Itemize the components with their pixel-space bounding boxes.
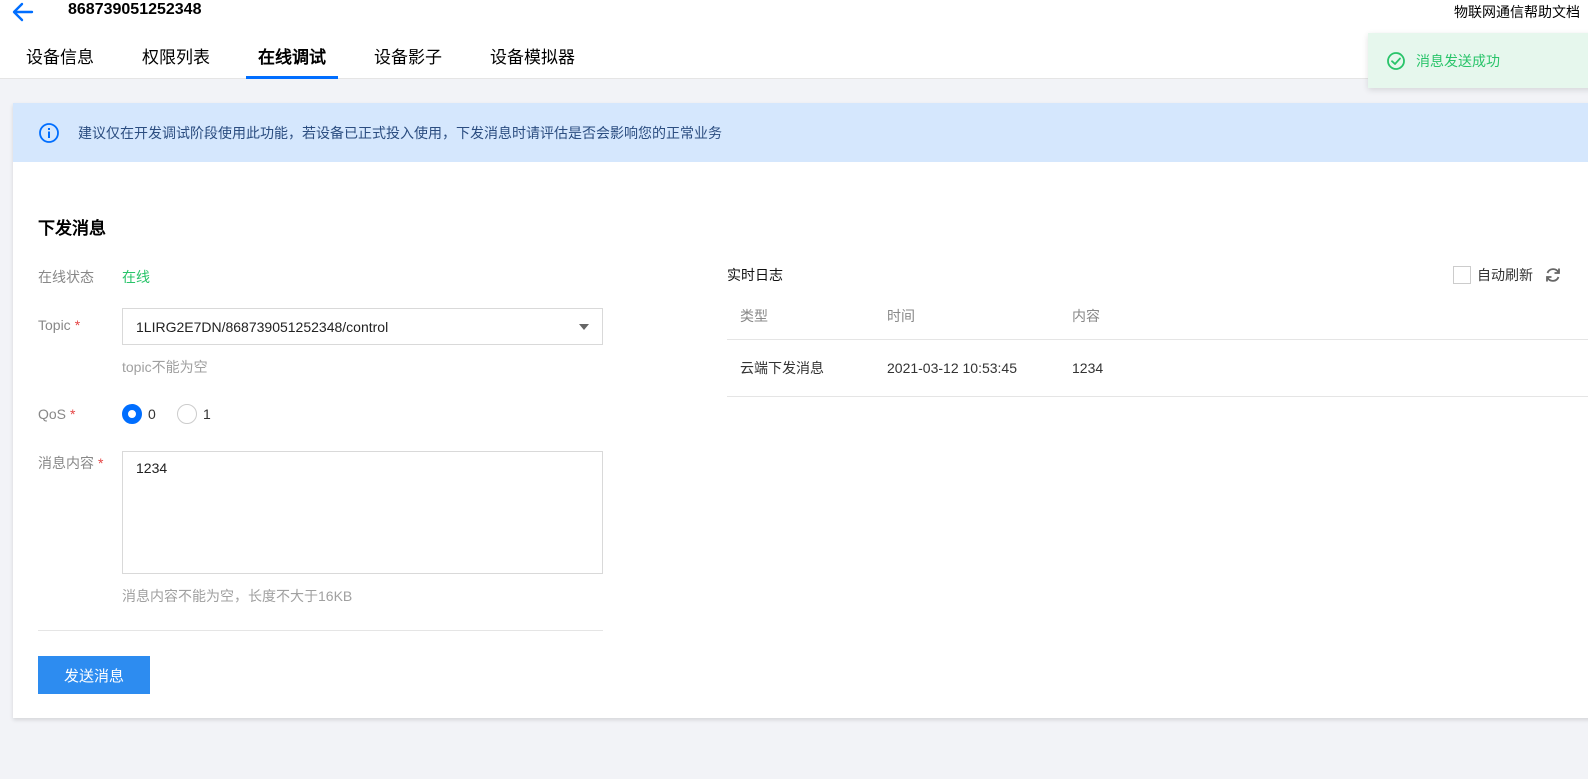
log-table: 类型 时间 内容 云端下发消息 2021-03-12 10:53:45 1234 xyxy=(727,293,1588,397)
topic-select[interactable]: 1LIRG2E7DN/868739051252348/control xyxy=(122,308,603,345)
top-bar: 868739051252348 物联网通信帮助文档 设备信息 权限列表 在线调试… xyxy=(0,0,1588,79)
qos-label: QoS * xyxy=(38,406,76,422)
log-content: 1234 xyxy=(1072,360,1104,376)
column-type: 类型 xyxy=(740,308,768,324)
log-table-header: 类型 时间 内容 xyxy=(727,293,1588,340)
auto-refresh-checkbox[interactable] xyxy=(1453,266,1471,284)
auto-refresh-label: 自动刷新 xyxy=(1477,267,1533,283)
send-message-title: 下发消息 xyxy=(38,219,106,238)
back-arrow-icon[interactable] xyxy=(10,1,36,23)
message-content-hint: 消息内容不能为空，长度不大于16KB xyxy=(122,588,353,604)
realtime-log-title: 实时日志 xyxy=(727,267,783,283)
topic-hint: topic不能为空 xyxy=(122,359,208,375)
log-type: 云端下发消息 xyxy=(740,360,824,376)
topic-select-value: 1LIRG2E7DN/868739051252348/control xyxy=(136,319,389,335)
column-content: 内容 xyxy=(1072,308,1100,324)
success-toast: 消息发送成功 xyxy=(1368,33,1588,88)
topic-label: Topic * xyxy=(38,317,81,333)
online-status-value: 在线 xyxy=(122,269,150,285)
message-content-input[interactable]: 1234 xyxy=(122,451,603,574)
qos-radio-1[interactable]: 1 xyxy=(177,404,211,424)
notice-banner: 建议仅在开发调试阶段使用此功能，若设备已正式投入使用，下发消息时请评估是否会影响… xyxy=(13,103,1588,162)
log-time: 2021-03-12 10:53:45 xyxy=(887,360,1017,376)
tab-device-info[interactable]: 设备信息 xyxy=(14,44,106,79)
radio-checked-icon xyxy=(122,404,142,424)
refresh-icon[interactable] xyxy=(1544,266,1562,284)
tab-device-simulator[interactable]: 设备模拟器 xyxy=(478,44,587,79)
column-time: 时间 xyxy=(887,308,915,324)
auto-refresh-toggle[interactable]: 自动刷新 xyxy=(1453,265,1533,285)
notice-text: 建议仅在开发调试阶段使用此功能，若设备已正式投入使用，下发消息时请评估是否会影响… xyxy=(78,124,722,141)
tab-bar: 设备信息 权限列表 在线调试 设备影子 设备模拟器 xyxy=(0,44,611,79)
table-row: 云端下发消息 2021-03-12 10:53:45 1234 xyxy=(727,340,1588,397)
debug-card: 建议仅在开发调试阶段使用此功能，若设备已正式投入使用，下发消息时请评估是否会影响… xyxy=(13,103,1588,718)
message-content-label: 消息内容 * xyxy=(38,455,104,471)
tab-device-shadow[interactable]: 设备影子 xyxy=(362,44,454,79)
form-divider xyxy=(38,630,603,631)
qos-radio-0[interactable]: 0 xyxy=(122,404,156,424)
send-message-button[interactable]: 发送消息 xyxy=(38,656,150,694)
online-status-label: 在线状态 xyxy=(38,269,94,285)
chevron-down-icon xyxy=(579,324,589,330)
radio-unchecked-icon xyxy=(177,404,197,424)
info-icon xyxy=(39,122,59,143)
device-title: 868739051252348 xyxy=(68,1,202,18)
tab-online-debug[interactable]: 在线调试 xyxy=(246,44,338,79)
toast-text: 消息发送成功 xyxy=(1416,52,1500,69)
check-circle-icon xyxy=(1387,51,1405,70)
tab-permission-list[interactable]: 权限列表 xyxy=(130,44,222,79)
help-doc-link[interactable]: 物联网通信帮助文档 xyxy=(1454,2,1580,22)
